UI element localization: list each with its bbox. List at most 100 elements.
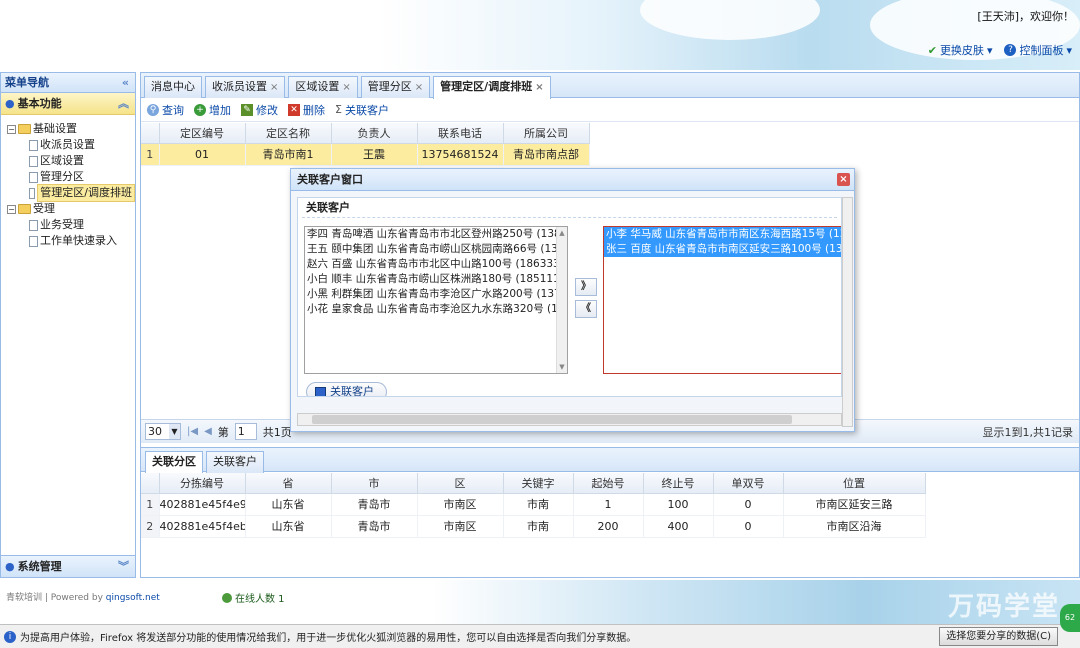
control-panel-link[interactable]: ? 控制面板 ▾ (1004, 42, 1072, 58)
tab-manage-subarea[interactable]: 管理分区 × (360, 76, 431, 98)
folder-icon (18, 204, 31, 214)
associate-customer-submit-button[interactable]: 关联客户 (306, 382, 387, 396)
associate-customer-button[interactable]: Σ 关联客户 (335, 102, 389, 118)
edit-button[interactable]: ✎ 修改 (241, 102, 278, 118)
accordion-system-header[interactable]: ● 系统管理 ︾ (1, 555, 135, 577)
tab-associated-subarea[interactable]: 关联分区 (145, 451, 203, 474)
move-right-button[interactable]: 》 (575, 278, 597, 296)
grid-col-header[interactable]: 市 (331, 473, 418, 494)
table-row[interactable]: 1 402881e45f4e9392015 山东省 青岛市 市南区 市南 1 1… (141, 493, 926, 516)
close-icon[interactable]: × (837, 173, 850, 186)
tree-item-region-settings[interactable]: 区域设置 (7, 153, 135, 169)
cell-location: 市南区延安三路 (783, 493, 926, 516)
tab-associated-customer[interactable]: 关联客户 (206, 451, 264, 473)
scroll-up-icon: ▲ (559, 229, 565, 237)
grid-col-header[interactable]: 起始号 (573, 473, 644, 494)
add-icon: + (194, 103, 206, 116)
list-item[interactable]: 小李 华马威 山东省青岛市市南区东海西路15号 (13788888888) (604, 227, 841, 242)
tab-message-center[interactable]: 消息中心 (144, 76, 202, 98)
dialog-vertical-scrollbar[interactable] (842, 197, 853, 427)
grid-col-header[interactable]: 关键字 (503, 473, 574, 494)
grid-col-header[interactable]: 单双号 (713, 473, 784, 494)
collapse-up-icon[interactable]: ︽ (118, 93, 129, 115)
page-total: 共1页 (262, 425, 292, 439)
unassociated-customer-list[interactable]: 李四 青岛啤酒 山东省青岛市市北区登州路250号 (13822222222) 王… (304, 226, 568, 374)
first-page-icon[interactable]: |◀ (187, 426, 198, 437)
change-skin-link[interactable]: ✔ 更换皮肤 ▾ (928, 42, 993, 58)
tree-item-courier-settings[interactable]: 收派员设置 (7, 137, 135, 153)
page-number-input[interactable]: 1 (234, 423, 257, 440)
sigma-icon: Σ (335, 103, 342, 116)
list-item[interactable]: 张三 百度 山东省青岛市市南区延安三路100号 (13811111111) (604, 242, 841, 257)
grid-col-header[interactable]: 联系电话 (417, 123, 504, 144)
page-size-select[interactable]: 30 ▼ (145, 423, 181, 440)
cell-start: 1 (573, 493, 644, 516)
info-icon: i (4, 630, 16, 643)
grid-col-header[interactable]: 区 (417, 473, 504, 494)
grid-col-header[interactable]: 终止号 (643, 473, 714, 494)
cell-keyword: 市南 (503, 493, 574, 516)
tree-item-business-accept[interactable]: 业务受理 (7, 217, 135, 233)
tab-manage-decidedzone[interactable]: 管理定区/调度排班 × (433, 76, 551, 99)
tab-courier-settings[interactable]: 收派员设置 × (205, 76, 286, 98)
scroll-thumb[interactable] (312, 415, 792, 424)
fieldset-title: 关联客户 (302, 198, 837, 218)
tree-item-quick-workorder[interactable]: 工作单快速录入 (7, 233, 135, 249)
pencil-icon: ✎ (241, 103, 253, 116)
share-data-button[interactable]: 选择您要分享的数据(C) (939, 627, 1058, 646)
add-button[interactable]: + 增加 (194, 102, 231, 118)
table-row[interactable]: 1 01 青岛市南1 王震 13754681524 青岛市南点部 (141, 143, 590, 166)
notification-text: 为提高用户体验，Firefox 将发送部分功能的使用情况给我们，用于进一步优化火… (20, 633, 637, 644)
footer: 青软培训 | Powered by qingsoft.net 在线人数 1 万码… (0, 580, 1080, 624)
tree-item-manage-subarea[interactable]: 管理分区 (7, 169, 135, 185)
dialog-horizontal-scrollbar[interactable] (297, 413, 842, 426)
collapse-left-icon[interactable]: « (122, 73, 129, 93)
close-icon[interactable]: × (535, 82, 543, 93)
grid-rownum-header (141, 473, 160, 494)
list-item[interactable]: 小黑 利群集团 山东省青岛市李沧区广水路200号 (13722222222) (305, 287, 567, 302)
grid-col-header[interactable]: 位置 (783, 473, 926, 494)
sidebar: 菜单导航 « ● 基本功能 ︽ − 基础设置 收派员设置 区域设置 管理分区 管理… (0, 72, 136, 578)
list-item[interactable]: 小白 顺丰 山东省青岛市崂山区株洲路180号 (18511111111) (305, 272, 567, 287)
table-row[interactable]: 2 402881e45f4eb8cc015 山东省 青岛市 市南区 市南 200… (141, 515, 926, 538)
query-button[interactable]: ⚲ 查询 (147, 102, 184, 118)
collapse-minus-icon[interactable]: − (7, 124, 16, 134)
tab-region-settings[interactable]: 区域设置 × (288, 76, 358, 98)
grid-col-header[interactable]: 所属公司 (503, 123, 590, 144)
move-left-button[interactable]: 《 (575, 300, 597, 318)
prev-page-icon[interactable]: ◀ (204, 426, 212, 437)
grid-col-header[interactable]: 分拣编号 (159, 473, 246, 494)
cell-company: 青岛市南点部 (503, 143, 590, 166)
accordion-basic-header[interactable]: ● 基本功能 ︽ (1, 93, 135, 115)
grid-col-header[interactable]: 定区编号 (159, 123, 246, 144)
delete-button[interactable]: ✕ 删除 (288, 102, 325, 118)
file-icon (29, 171, 38, 183)
list-item[interactable]: 李四 青岛啤酒 山东省青岛市市北区登州路250号 (13822222222) (305, 227, 567, 242)
powered-by-link[interactable]: qingsoft.net (106, 593, 160, 603)
tree-node-accept[interactable]: − 受理 (7, 201, 135, 217)
expand-down-icon[interactable]: ︾ (118, 556, 129, 578)
tree-item-manage-decidedzone[interactable]: 管理定区/调度排班 (7, 184, 135, 202)
cloud-decoration (640, 0, 820, 40)
associated-customer-list[interactable]: 小李 华马威 山东省青岛市市南区东海西路15号 (13788888888) 张三… (603, 226, 841, 374)
list-item[interactable]: 小花 皇家食品 山东省青岛市李沧区九水东路320号 (13733333333) (305, 302, 567, 317)
cell-phone: 13754681524 (417, 143, 504, 166)
row-number: 1 (141, 493, 160, 516)
floating-badge-icon[interactable]: 62 (1060, 604, 1080, 632)
close-icon[interactable]: × (415, 82, 423, 93)
collapse-minus-icon[interactable]: − (7, 204, 16, 214)
close-icon[interactable]: × (342, 82, 350, 93)
grid-col-header[interactable]: 定区名称 (245, 123, 332, 144)
cell-city: 青岛市 (331, 515, 418, 538)
row-number: 1 (141, 143, 160, 166)
close-icon[interactable]: × (270, 82, 278, 93)
tree-node-basic-settings[interactable]: − 基础设置 (7, 121, 135, 137)
chevron-down-icon: ▾ (1066, 43, 1072, 57)
scrollbar[interactable]: ▲ ▼ (556, 227, 567, 373)
main-tabs: 消息中心 收派员设置 × 区域设置 × 管理分区 × 管理定区/调度排班 × (141, 73, 1079, 99)
grid-col-header[interactable]: 省 (245, 473, 332, 494)
grid-col-header[interactable]: 负责人 (331, 123, 418, 144)
list-item[interactable]: 王五 颐中集团 山东省青岛市崂山区桃园南路66号 (13533333333) (305, 242, 567, 257)
list-item[interactable]: 赵六 百盛 山东省青岛市市北区中山路100号 (18633333333) (305, 257, 567, 272)
file-icon (29, 235, 38, 247)
